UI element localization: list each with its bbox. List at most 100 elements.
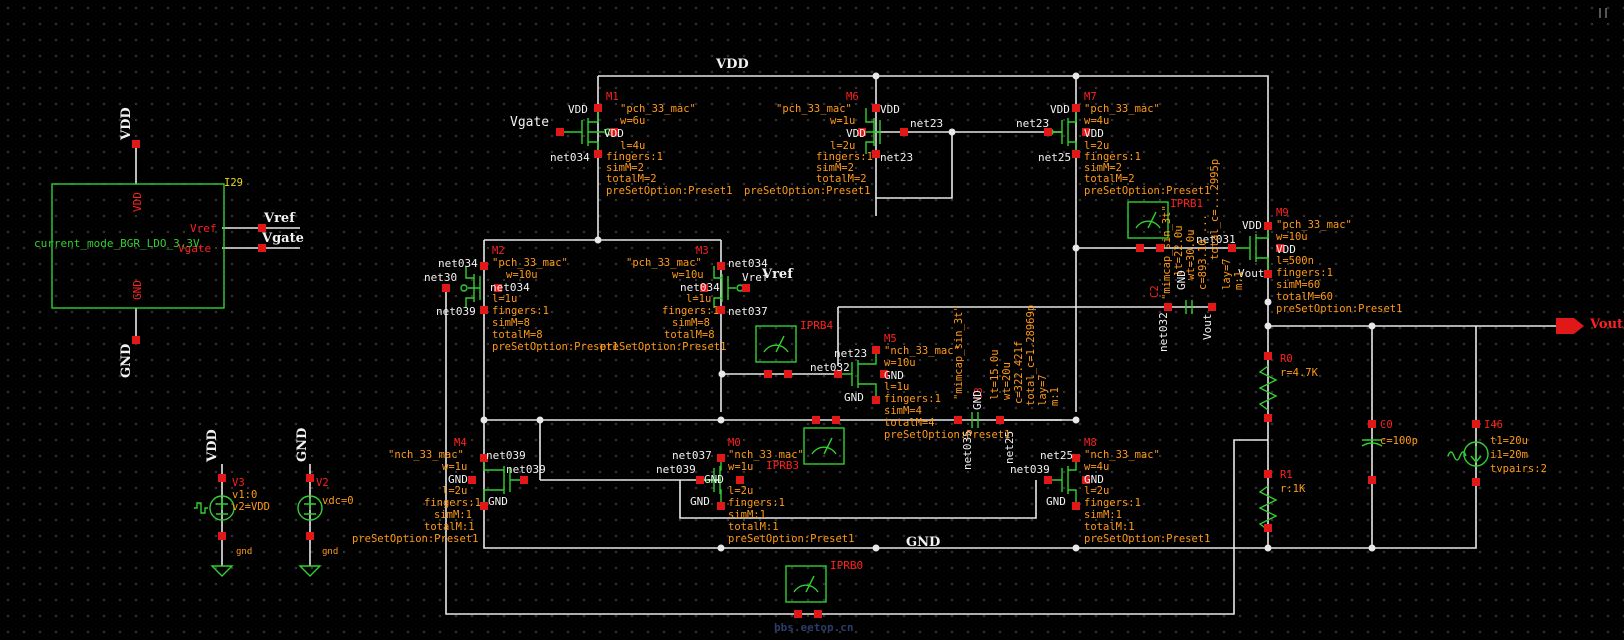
m3-l: l=1u bbox=[686, 293, 712, 305]
c2-lt: lt=22.0u bbox=[1173, 225, 1185, 276]
m0-totalm: totalM:1 bbox=[728, 521, 779, 533]
pin-block-vdd[interactable] bbox=[132, 140, 140, 148]
m1-w: w=6u bbox=[620, 115, 646, 127]
m0-name: M0 bbox=[728, 437, 741, 449]
m7-totalm: totalM=2 bbox=[1084, 173, 1135, 185]
m7-pin-gate: net23 bbox=[1016, 117, 1050, 130]
m9-w: w=10u bbox=[1276, 231, 1308, 243]
m5-model: "nch_33_mac" bbox=[884, 345, 960, 357]
m9-totalm: totalM=60 bbox=[1276, 291, 1333, 303]
pin-block-gnd[interactable] bbox=[132, 336, 140, 344]
m1-model: "pch_33_mac" bbox=[620, 103, 696, 115]
m0-pin-drain: net037 bbox=[672, 449, 712, 462]
left-vdd-label: VDD bbox=[119, 107, 134, 140]
c3-m: m:1 bbox=[1049, 387, 1061, 406]
m1-pin-gate-net: Vgate bbox=[510, 115, 550, 130]
probe-iprb4-label[interactable]: IPRB4 bbox=[800, 320, 833, 331]
v2-net-label: GND bbox=[295, 427, 310, 462]
m3-model: "pch_33_mac" bbox=[626, 257, 702, 269]
m8-l: l=2u bbox=[1084, 485, 1110, 497]
m4-totalm: totalM:1 bbox=[424, 521, 475, 533]
m5-pin-source: GND bbox=[844, 391, 864, 404]
m4-pin-gate: net039 bbox=[506, 463, 546, 476]
m5-simm: simM=4 bbox=[884, 405, 922, 417]
m8-pin-body: GND bbox=[1084, 473, 1104, 486]
c3-lt: lt=15.0u bbox=[989, 349, 1001, 400]
probe-iprb1-label[interactable]: IPRB1 bbox=[1170, 198, 1203, 209]
c3-c: c=322.421f bbox=[1013, 340, 1025, 404]
m1-preset: preSetOption:Preset1 bbox=[606, 185, 733, 197]
vout-pin-label: Vout bbox=[1590, 317, 1624, 332]
m0-preset: preSetOption:Preset1 bbox=[728, 533, 855, 545]
m5-fingers: fingers:1 bbox=[884, 393, 941, 405]
m8-w: w=4u bbox=[1084, 461, 1110, 473]
c2-vout-label: Vout bbox=[1201, 313, 1214, 341]
m6-pin-drain: net23 bbox=[880, 151, 914, 164]
block-cell-name: current_mode_BGR_LDO_3.3V bbox=[34, 237, 200, 250]
gnd-rail-label: GND bbox=[906, 535, 941, 550]
m7-model: "pch_33_mac" bbox=[1084, 103, 1160, 115]
m1-pin-source: VDD bbox=[568, 103, 588, 116]
m2-w: w=10u bbox=[506, 269, 538, 281]
m4-w: w=1u bbox=[442, 461, 468, 473]
m5-pin-drain: net23 bbox=[834, 347, 868, 360]
vout-pin-arrow[interactable] bbox=[1556, 318, 1584, 334]
m2-totalm: totalM=8 bbox=[492, 329, 543, 341]
m5-l: l=1u bbox=[884, 381, 910, 393]
probe-iprb0-label[interactable]: IPRB0 bbox=[830, 560, 863, 571]
m6-pin-body: VDD bbox=[846, 127, 866, 140]
m6-pin-source: VDD bbox=[880, 103, 900, 116]
m3-totalm: totalM=8 bbox=[664, 329, 715, 341]
r0-value: r=4.7K bbox=[1280, 367, 1318, 379]
m9-name: M9 bbox=[1276, 207, 1289, 219]
c0-name: C0 bbox=[1380, 419, 1393, 431]
m5-w: w=10u bbox=[884, 357, 916, 369]
passive-symbols bbox=[1258, 365, 1489, 531]
m5-preset: preSetOption:Preset1 bbox=[884, 429, 1011, 441]
m9-l: l=500n bbox=[1276, 255, 1314, 267]
m3-simm: simM=8 bbox=[672, 317, 710, 329]
m7-pin-body: VDD bbox=[1084, 127, 1104, 140]
m0-l: l=2u bbox=[728, 485, 754, 497]
v3-v2: v2=VDD bbox=[232, 501, 270, 513]
r1-name: R1 bbox=[1280, 469, 1293, 481]
m6-preset: preSetOption:Preset1 bbox=[744, 185, 871, 197]
m8-pin-drain: net25 bbox=[1040, 449, 1074, 462]
m8-preset: preSetOption:Preset1 bbox=[1084, 533, 1211, 545]
left-gnd-label: GND bbox=[119, 343, 134, 378]
m4-pin-source: GND bbox=[488, 495, 508, 508]
r0-name: R0 bbox=[1280, 353, 1293, 365]
transistor-symbols bbox=[460, 108, 1269, 504]
m0-fingers: fingers:1 bbox=[728, 497, 785, 509]
m0-w: w=1u bbox=[728, 461, 754, 473]
m6-w: w=1u bbox=[830, 115, 856, 127]
schematic-canvas[interactable]: I29 VDD GND Vref Vgate current_mode_BGR_… bbox=[0, 0, 1624, 640]
c2-net-label: net032 bbox=[1157, 312, 1170, 352]
m7-pin-drain: net25 bbox=[1038, 151, 1072, 164]
m3-pin-drain: net037 bbox=[728, 305, 768, 318]
m4-model: "nch_33_mac" bbox=[388, 449, 464, 461]
m7-l: l=2u bbox=[1084, 140, 1110, 152]
m7-preset: preSetOption:Preset1 bbox=[1084, 185, 1211, 197]
m0-pin-gate: net039 bbox=[656, 463, 696, 476]
m1-pin-body: VDD bbox=[604, 127, 624, 140]
c2-total: total_c=...2995p bbox=[1209, 158, 1221, 260]
c3-gnd-pin: GND bbox=[971, 390, 984, 410]
v3-name: V3 bbox=[232, 477, 245, 489]
m3-name: M3 bbox=[696, 245, 709, 257]
m9-preset: preSetOption:Preset1 bbox=[1276, 303, 1403, 315]
m2-pin-gate: net30 bbox=[424, 271, 458, 284]
probe-iprb3-label[interactable]: IPRB3 bbox=[766, 460, 799, 471]
m5-pin-gate: net032 bbox=[810, 361, 850, 374]
m6-totalm: totalM=2 bbox=[816, 173, 867, 185]
c2-name: C2 bbox=[1149, 285, 1161, 298]
m2-l: l=1u bbox=[492, 293, 518, 305]
m2-pin-body: net034 bbox=[490, 281, 530, 294]
m6-l: l=2u bbox=[830, 140, 856, 152]
m4-fingers: fingers:1 bbox=[424, 497, 481, 509]
m8-pin-source: GND bbox=[1046, 495, 1066, 508]
r1-value: r:1K bbox=[1280, 483, 1306, 495]
v2-vdc: vdc=0 bbox=[322, 495, 354, 507]
i46-tvpairs: tvpairs:2 bbox=[1490, 463, 1547, 475]
m8-simm: simM:1 bbox=[1084, 509, 1122, 521]
